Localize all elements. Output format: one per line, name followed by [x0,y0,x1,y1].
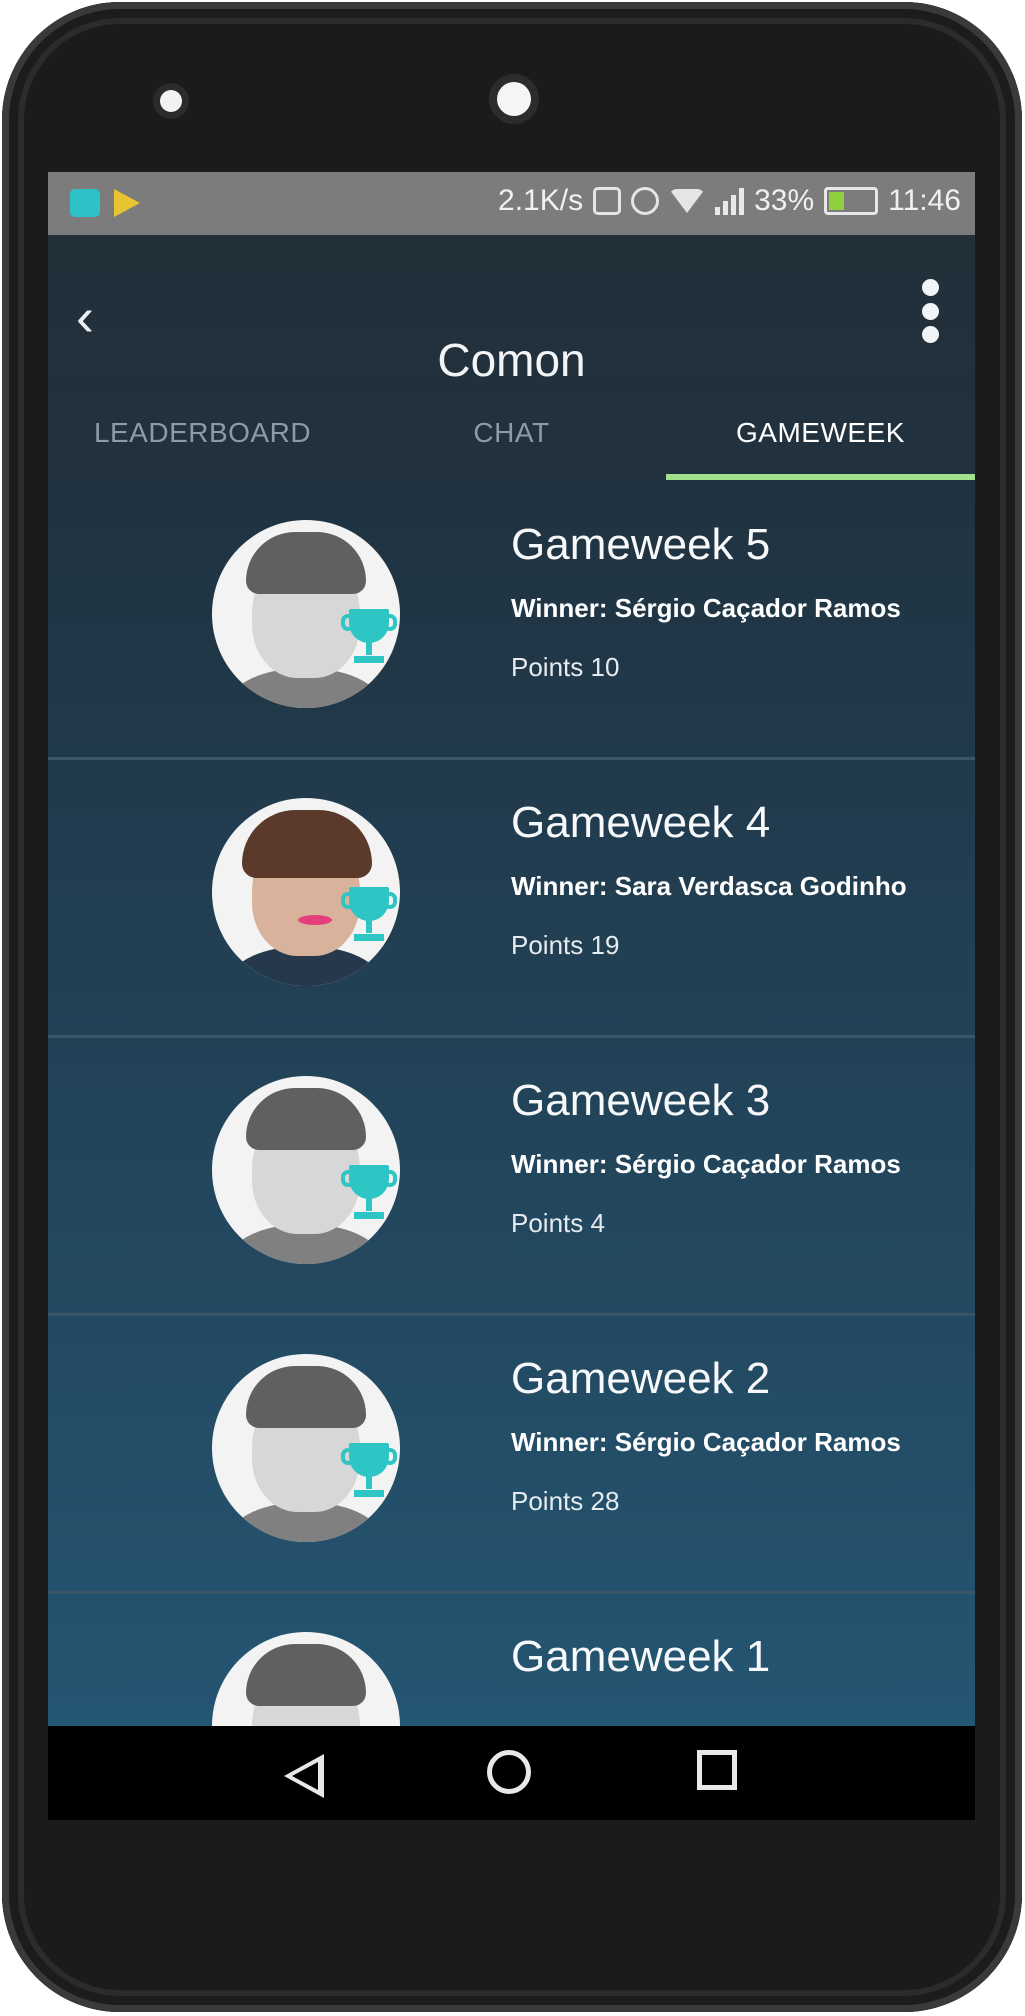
gameweek-winner: Winner: Sérgio Caçador Ramos [511,593,901,623]
avatar-hair [246,1644,366,1706]
wifi-icon [669,189,706,213]
page-title: Comon [437,334,586,386]
front-camera [497,82,531,116]
gameweek-row-5[interactable]: Gameweek 5 Winner: Sérgio Caçador Ramos … [48,482,975,760]
alarm-icon [631,187,660,215]
gameweek-title: Gameweek 4 [511,798,771,847]
status-right: 2.1K/s 33% 11:46 [498,184,961,218]
home-circle-icon[interactable] [487,1750,531,1794]
gameweek-points: Points 10 [511,652,620,682]
more-vertical-icon[interactable] [921,279,939,343]
trophy-icon [341,885,397,947]
gameweek-points: Points 28 [511,1486,620,1516]
network-speed: 2.1K/s [498,184,584,217]
clock: 11:46 [888,184,961,217]
gameweek-row-4[interactable]: Gameweek 4 Winner: Sara Verdasca Godinho… [48,760,975,1038]
play-store-icon [114,189,140,217]
gameweek-title: Gameweek 1 [511,1632,771,1681]
tab-chat[interactable]: CHAT [357,385,666,480]
gameweek-row-2[interactable]: Gameweek 2 Winner: Sérgio Caçador Ramos … [48,1316,975,1594]
gameweek-title: Gameweek 3 [511,1076,771,1125]
avatar-hair [246,532,366,594]
app-notification-icon [70,189,100,217]
trophy-icon [341,607,397,669]
gameweek-list: Gameweek 5 Winner: Sérgio Caçador Ramos … [48,482,975,1820]
battery-percentage: 33% [754,184,815,217]
gameweek-winner: Winner: Sara Verdasca Godinho [511,871,907,901]
gameweek-points: Points 4 [511,1208,605,1238]
recent-square-icon[interactable] [697,1750,737,1790]
status-left-icons [70,189,140,217]
status-bar: 2.1K/s 33% 11:46 [48,172,975,235]
battery-charging-icon [824,187,879,215]
tab-leaderboard[interactable]: LEADERBOARD [48,385,357,480]
vibrate-icon [593,187,622,215]
tab-gameweek[interactable]: GAMEWEEK [666,385,975,480]
trophy-icon [341,1441,397,1503]
avatar-lips [298,915,332,925]
gameweek-row-3[interactable]: Gameweek 3 Winner: Sérgio Caçador Ramos … [48,1038,975,1316]
avatar-hair [246,1088,366,1150]
gameweek-winner: Winner: Sérgio Caçador Ramos [511,1149,901,1179]
gameweek-title: Gameweek 2 [511,1354,771,1403]
gameweek-title: Gameweek 5 [511,520,771,569]
avatar-hair [242,810,372,878]
trophy-icon [341,1163,397,1225]
signal-icon [715,187,745,215]
gameweek-points: Points 19 [511,930,620,960]
gameweek-winner: Winner: Sérgio Caçador Ramos [511,1427,901,1457]
phone-screen: 2.1K/s 33% 11:46 ‹ Comon LEADERBOARD CHA… [48,172,975,1820]
back-triangle-icon[interactable] [284,1754,324,1798]
tab-bar: LEADERBOARD CHAT GAMEWEEK [48,385,975,480]
avatar-hair [246,1366,366,1428]
front-sensor [160,90,182,112]
system-nav-bar [48,1726,975,1820]
